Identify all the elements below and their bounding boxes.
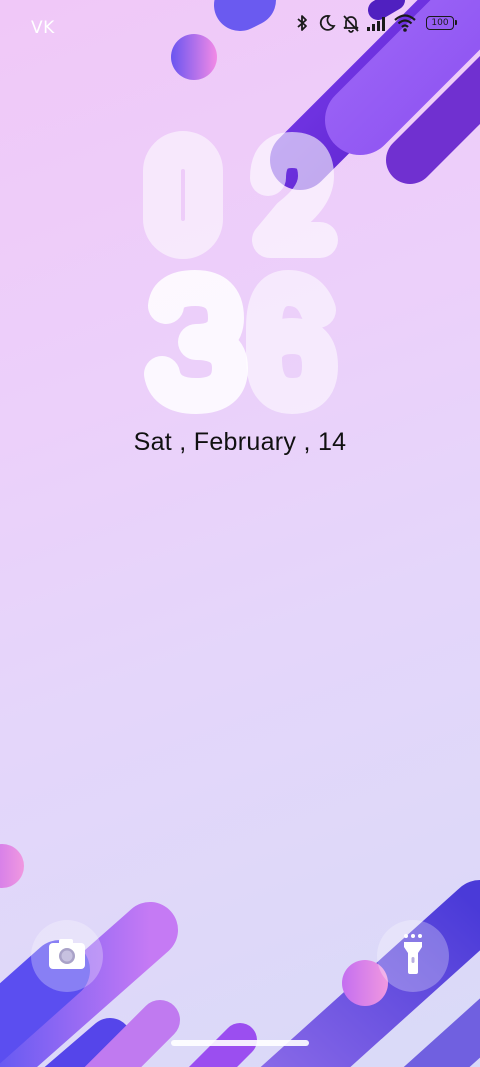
bell-off-icon (342, 13, 360, 33)
clock-digit-0 (143, 131, 223, 259)
flashlight-shortcut-button[interactable] (377, 920, 449, 992)
left-ball (0, 844, 24, 888)
clock-digit-3 (144, 270, 248, 414)
camera-shortcut-button[interactable] (31, 920, 103, 992)
home-indicator[interactable] (171, 1040, 309, 1046)
battery-level: 100 (431, 17, 449, 28)
battery-icon: 100 (426, 16, 457, 30)
carrier-label: VK (31, 18, 55, 38)
status-icons: 100 (294, 12, 457, 34)
wifi-icon (394, 13, 416, 33)
camera-icon (48, 938, 86, 974)
clock-digit-2 (250, 132, 338, 258)
signal-icon (366, 13, 388, 33)
lock-clock (143, 131, 338, 414)
flashlight-icon (400, 933, 426, 979)
status-bar: VK 100 (0, 0, 480, 50)
lock-date: Sat , February , 14 (133, 428, 347, 456)
clock-digit-6 (246, 270, 338, 414)
moon-icon (318, 13, 336, 33)
bluetooth-icon (294, 13, 312, 33)
